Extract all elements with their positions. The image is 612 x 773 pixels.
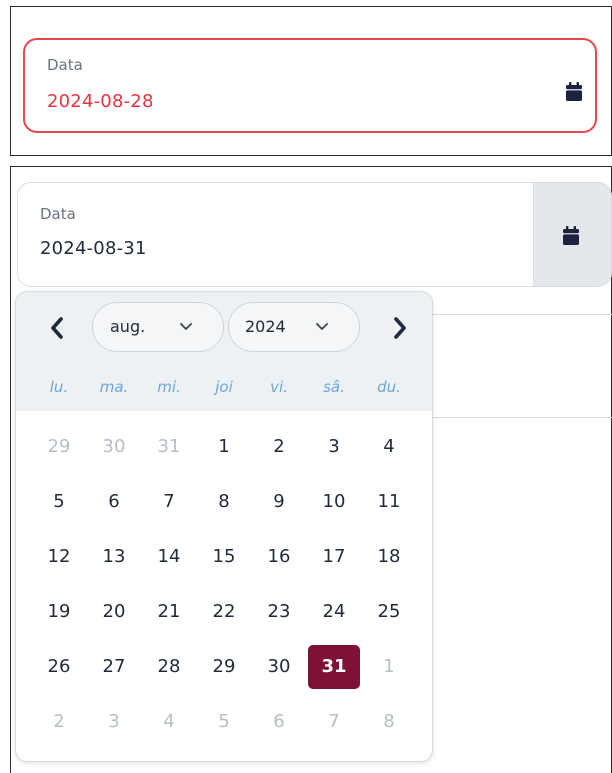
date-field-value[interactable]: 2024-08-31 — [40, 238, 147, 259]
weekday-label: lu. — [49, 378, 69, 396]
day-cell[interactable]: 5 — [198, 700, 250, 744]
day-cell[interactable]: 7 — [143, 480, 195, 524]
chevron-left-icon — [51, 317, 63, 339]
weekday-label: sâ. — [323, 378, 345, 396]
day-cell[interactable]: 1 — [198, 425, 250, 469]
day-cell[interactable]: 21 — [143, 590, 195, 634]
day-cell[interactable]: 5 — [33, 480, 85, 524]
day-cell[interactable]: 29 — [198, 645, 250, 689]
day-cell[interactable]: 6 — [253, 700, 305, 744]
day-cell[interactable]: 2 — [33, 700, 85, 744]
day-cell[interactable]: 22 — [198, 590, 250, 634]
date-field-value[interactable]: 2024-08-28 — [47, 91, 154, 112]
day-cell[interactable]: 6 — [88, 480, 140, 524]
day-cell[interactable]: 27 — [88, 645, 140, 689]
month-select[interactable]: aug. — [92, 302, 224, 352]
day-cell[interactable]: 20 — [88, 590, 140, 634]
day-cell[interactable]: 15 — [198, 535, 250, 579]
day-cell[interactable]: 7 — [308, 700, 360, 744]
divider — [430, 314, 612, 315]
weekday-label: ma. — [99, 378, 129, 396]
divider — [430, 417, 612, 418]
day-cell[interactable]: 26 — [33, 645, 85, 689]
datepicker-header: aug. 2024 lu. ma. mi. joi vi. sâ. du. — [16, 292, 432, 411]
date-field-label: Data — [47, 56, 83, 74]
weekday-label: vi. — [270, 378, 288, 396]
day-cell[interactable]: 2 — [253, 425, 305, 469]
day-cell-selected[interactable]: 31 — [308, 645, 360, 689]
day-cell[interactable]: 1 — [363, 645, 415, 689]
day-cell[interactable]: 31 — [143, 425, 195, 469]
day-cell[interactable]: 10 — [308, 480, 360, 524]
weekday-label: joi — [215, 378, 233, 396]
day-cell[interactable]: 13 — [88, 535, 140, 579]
day-cell[interactable]: 23 — [253, 590, 305, 634]
day-cell[interactable]: 16 — [253, 535, 305, 579]
day-cell[interactable]: 9 — [253, 480, 305, 524]
day-cell[interactable]: 25 — [363, 590, 415, 634]
day-cell[interactable]: 8 — [198, 480, 250, 524]
day-cell[interactable]: 28 — [143, 645, 195, 689]
day-cell[interactable]: 4 — [363, 425, 415, 469]
year-select[interactable]: 2024 — [228, 302, 360, 352]
day-cell[interactable]: 30 — [88, 425, 140, 469]
weekday-label: mi. — [157, 378, 181, 396]
calendar-icon — [563, 226, 579, 245]
day-cell[interactable]: 8 — [363, 700, 415, 744]
day-cell[interactable]: 17 — [308, 535, 360, 579]
calendar-toggle-button[interactable] — [533, 183, 611, 286]
chevron-down-icon — [180, 323, 192, 330]
day-cell[interactable]: 12 — [33, 535, 85, 579]
day-cell[interactable]: 19 — [33, 590, 85, 634]
datepicker-popover: aug. 2024 lu. ma. mi. joi vi. sâ. du. 29… — [15, 291, 433, 762]
month-select-value: aug. — [110, 317, 146, 336]
next-month-button[interactable] — [385, 310, 415, 346]
chevron-down-icon — [316, 323, 328, 330]
year-select-value: 2024 — [245, 317, 286, 336]
day-cell[interactable]: 4 — [143, 700, 195, 744]
day-cell[interactable]: 3 — [88, 700, 140, 744]
day-cell[interactable]: 30 — [253, 645, 305, 689]
date-input-group[interactable]: Data 2024-08-31 — [17, 182, 612, 287]
day-cell[interactable]: 29 — [33, 425, 85, 469]
day-cell[interactable]: 11 — [363, 480, 415, 524]
chevron-right-icon — [394, 317, 406, 339]
day-cell[interactable]: 24 — [308, 590, 360, 634]
day-cell[interactable]: 18 — [363, 535, 415, 579]
day-cell[interactable]: 14 — [143, 535, 195, 579]
prev-month-button[interactable] — [42, 310, 72, 346]
day-cell[interactable]: 3 — [308, 425, 360, 469]
calendar-icon[interactable] — [566, 82, 582, 101]
date-field-label: Data — [40, 205, 76, 223]
date-field-error[interactable]: Data 2024-08-28 — [23, 38, 597, 133]
weekday-label: du. — [377, 378, 401, 396]
